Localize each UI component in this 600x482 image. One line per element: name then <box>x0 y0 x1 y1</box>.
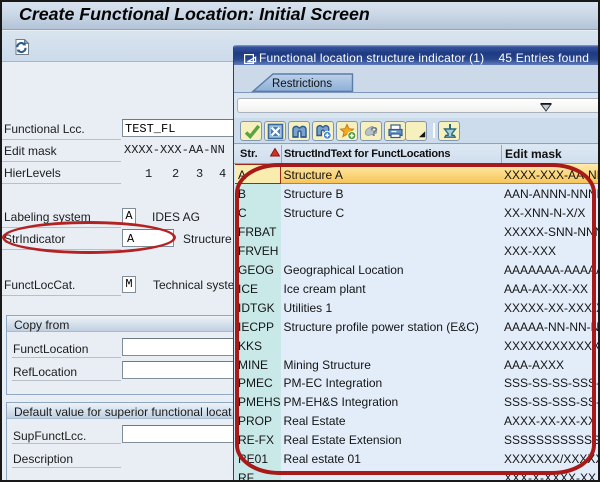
svg-text:?: ? <box>370 124 378 139</box>
